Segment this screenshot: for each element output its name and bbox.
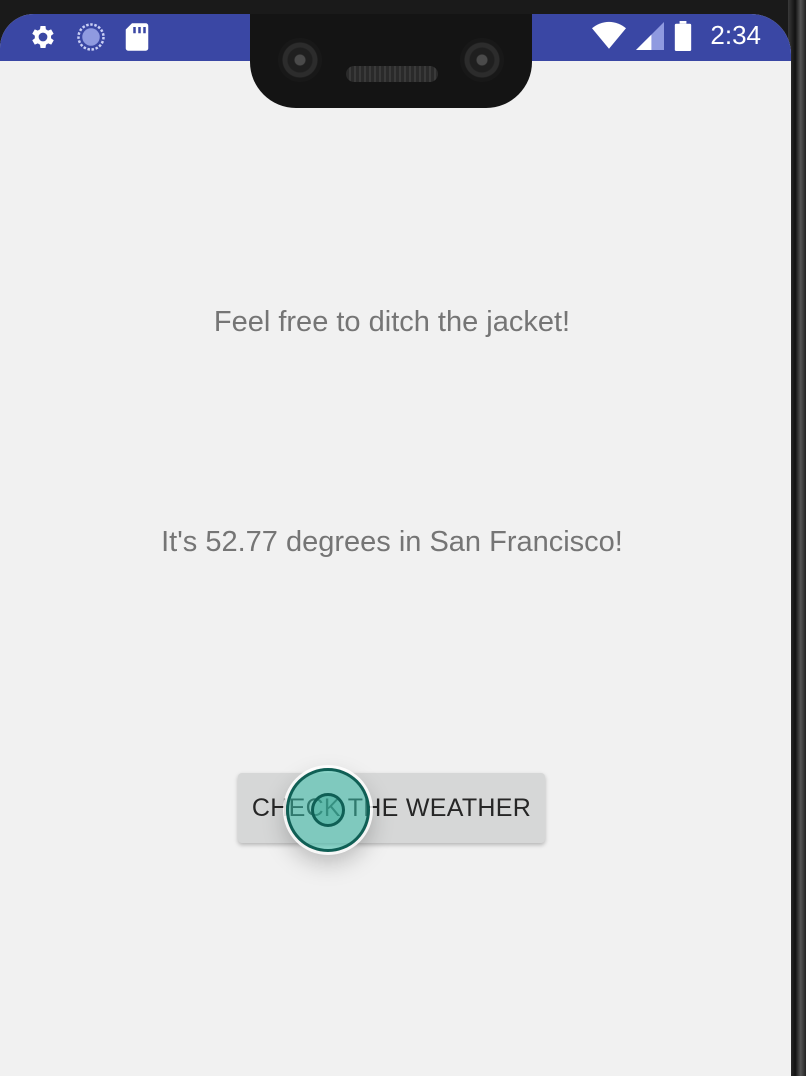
sync-icon	[76, 22, 106, 52]
status-left-icons	[28, 22, 150, 52]
front-camera-icon	[460, 38, 504, 82]
advice-text: Feel free to ditch the jacket!	[213, 306, 571, 338]
earpiece-speaker	[346, 66, 438, 82]
app-screen: 2:34 Feel free to ditch the jacket! It's…	[0, 14, 791, 1076]
touch-indicator	[286, 768, 370, 852]
front-camera-icon	[278, 38, 322, 82]
cell-signal-icon	[636, 21, 665, 51]
status-right-icons: 2:34	[592, 20, 761, 51]
sd-card-icon	[124, 22, 150, 52]
temperature-text: It's 52.77 degrees in San Francisco!	[161, 526, 623, 558]
status-time: 2:34	[710, 20, 761, 50]
settings-icon	[28, 22, 58, 52]
check-weather-button[interactable]: CHECK THE WEATHER	[238, 773, 545, 843]
camera-notch	[250, 14, 532, 108]
phone-device: 2:34 Feel free to ditch the jacket! It's…	[0, 0, 806, 1076]
battery-icon	[674, 20, 692, 51]
wifi-icon	[592, 21, 627, 51]
